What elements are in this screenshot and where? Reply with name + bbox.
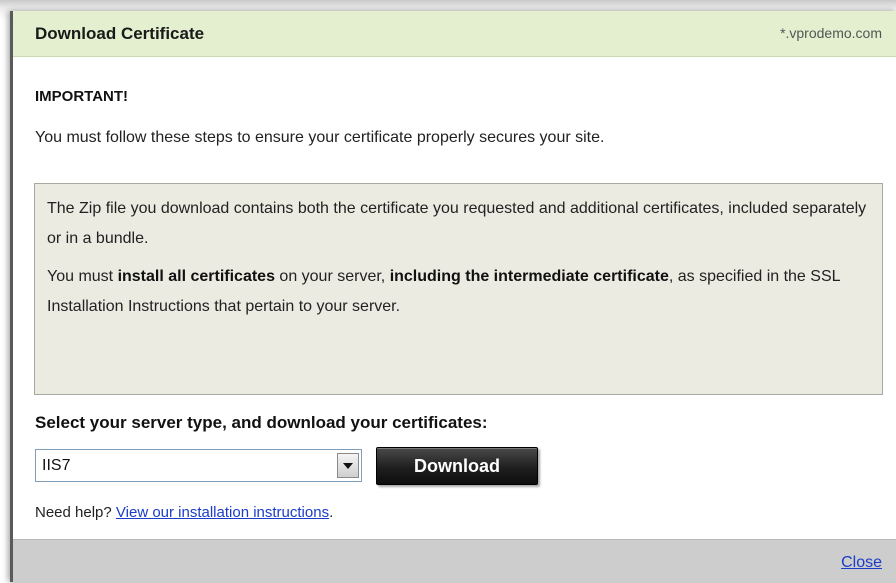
notice-box: The Zip file you download contains both … [34, 183, 883, 395]
help-prefix: Need help? [35, 504, 116, 521]
download-certificate-dialog: Download Certificate *.vprodemo.com IMPO… [10, 11, 896, 583]
notice-paragraph-zip: The Zip file you download contains both … [47, 200, 867, 247]
server-type-value: IIS7 [42, 457, 71, 474]
certificate-domain: *.vprodemo.com [780, 25, 882, 41]
server-type-select[interactable]: IIS7 [35, 449, 362, 482]
notice-bold-install-all: install all certificates [117, 268, 275, 285]
dialog-title-bar: Download Certificate *.vprodemo.com [13, 11, 896, 57]
important-heading: IMPORTANT! [35, 88, 129, 105]
dialog-footer: Close [13, 539, 896, 583]
chevron-down-icon [343, 463, 353, 469]
dropdown-arrow-button[interactable] [337, 453, 359, 478]
installation-instructions-link[interactable]: View our installation instructions [116, 504, 329, 521]
intro-text: You must follow these steps to ensure yo… [35, 129, 605, 146]
help-suffix: . [329, 504, 334, 521]
notice-paragraph-install: You must install all certificates on you… [47, 262, 870, 322]
notice-text-1: You must [47, 268, 118, 285]
dialog-title: Download Certificate [35, 24, 205, 43]
download-button[interactable]: Download [376, 447, 538, 485]
notice-bold-intermediate: including the intermediate certificate [389, 268, 669, 285]
server-type-label: Select your server type, and download yo… [35, 413, 488, 432]
help-line: Need help? View our installation instruc… [35, 504, 333, 521]
notice-text-2: on your server, [274, 268, 390, 285]
close-link[interactable]: Close [841, 554, 882, 572]
